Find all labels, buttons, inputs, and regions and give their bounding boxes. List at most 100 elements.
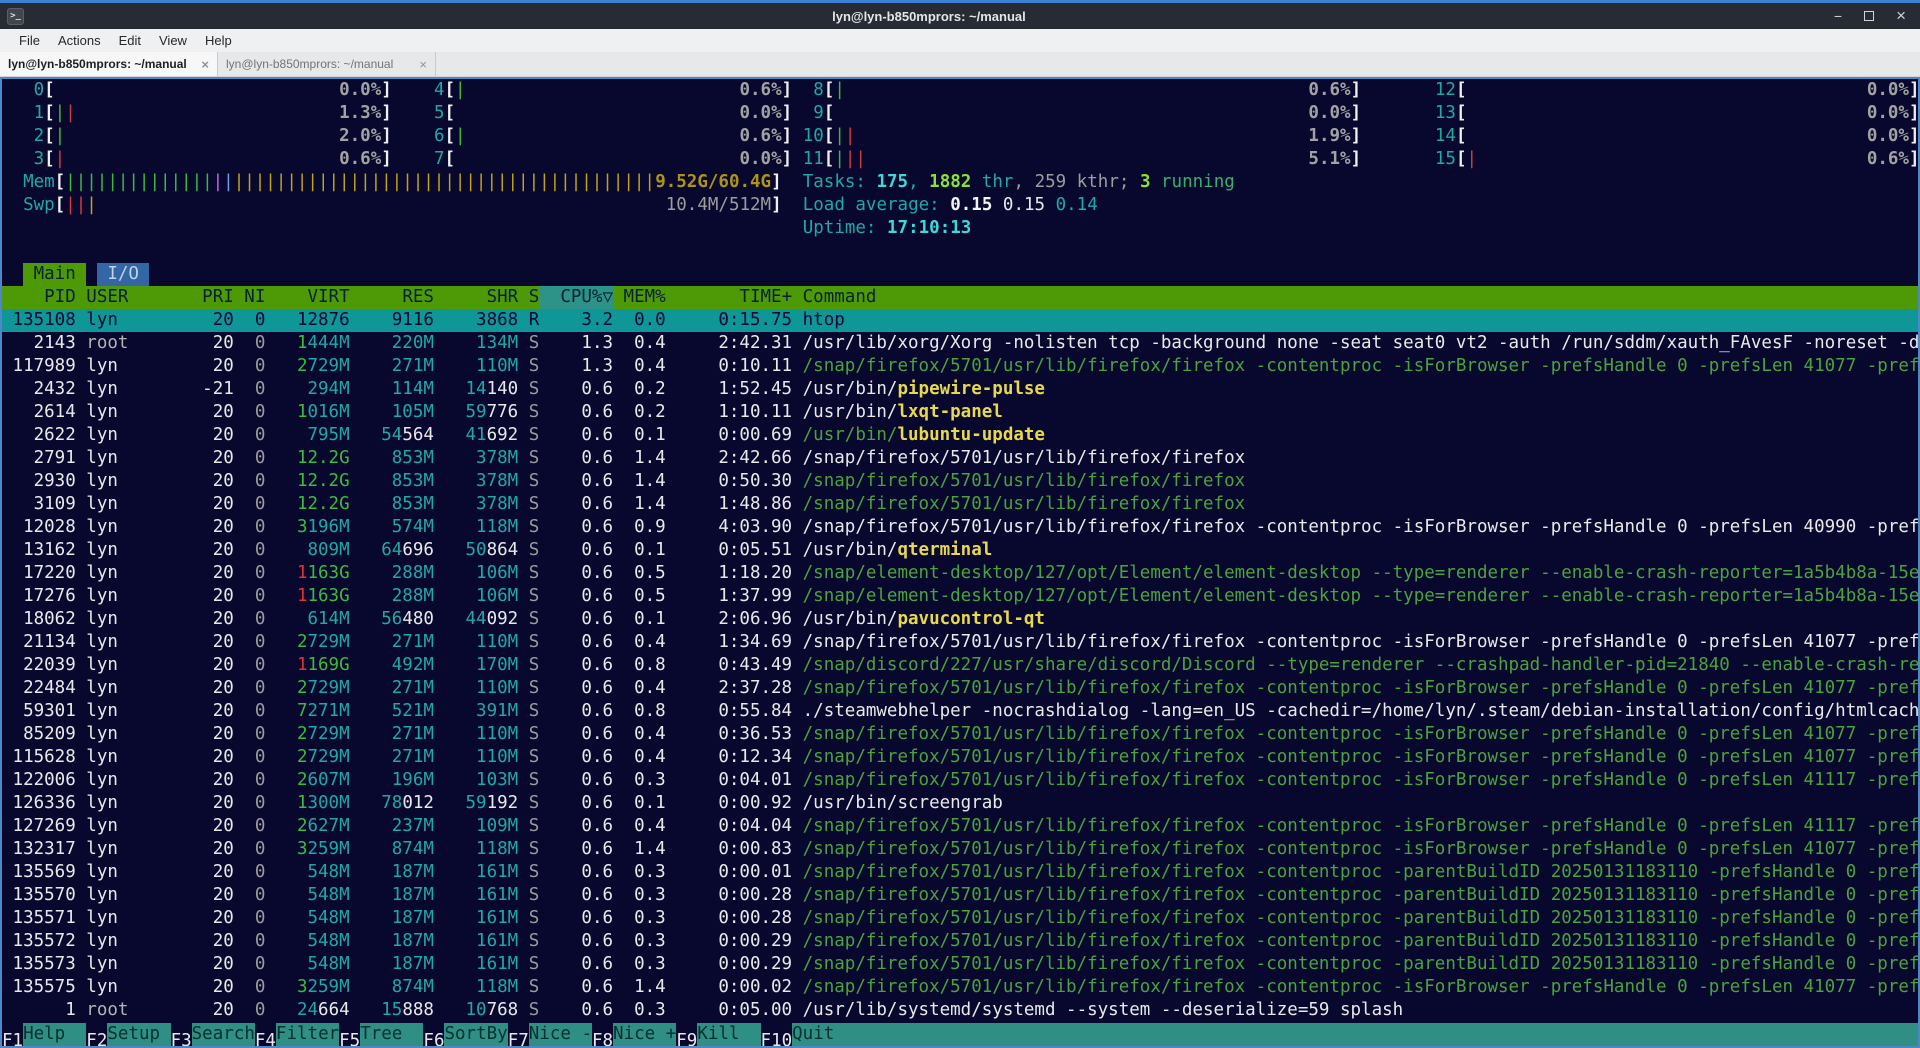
column-header-user[interactable]: USER: [86, 286, 191, 309]
fkey-button-f2[interactable]: F2Setup: [86, 1023, 170, 1046]
process-row[interactable]: 2432 lyn-210294M114M14140S0.60.21:52.45/…: [2, 378, 1918, 401]
window-title: lyn@lyn-b850mprors: ~/manual: [24, 9, 1834, 24]
process-row[interactable]: 135570 lyn200548M187M161MS0.60.30:00.28/…: [2, 884, 1918, 907]
column-header-s[interactable]: S: [518, 286, 539, 309]
fkey-key: F2: [86, 1031, 107, 1048]
process-row[interactable]: 85209 lyn2002729M271M110MS0.60.40:36.53/…: [2, 723, 1918, 746]
terminal-viewport[interactable]: 0[0.0%]4[|0.6%]8[|0.6%]12[0.0%]1[||1.3%]…: [0, 77, 1920, 1048]
process-row[interactable]: 2622 lyn200795M5456441692S0.60.10:00.69/…: [2, 424, 1918, 447]
meter-tick: |: [613, 171, 624, 194]
meter-tick: |: [623, 171, 634, 194]
fkey-key: F4: [255, 1031, 276, 1048]
process-row[interactable]: 17220 lyn2001163G288M106MS0.60.51:18.20/…: [2, 562, 1918, 585]
process-row[interactable]: 2614 lyn2001016M105M59776S0.60.21:10.11/…: [2, 401, 1918, 424]
fkey-label: Kill: [697, 1023, 760, 1046]
process-row[interactable]: 1 root200246641588810768S0.60.30:05.00/u…: [2, 999, 1918, 1022]
fkey-label: Nice +: [613, 1023, 676, 1046]
fkey-button-f10[interactable]: F10Quit: [761, 1023, 856, 1046]
qterminal-window: >_ lyn@lyn-b850mprors: ~/manual − × File…: [0, 0, 1920, 1048]
column-header-command[interactable]: Command: [792, 286, 1918, 309]
process-row[interactable]: 135108 lyn2001287691163868R3.20.00:15.75…: [2, 309, 1918, 332]
meter-tick: |: [171, 171, 182, 194]
swap-meter-line: Swp[|||10.4M/512M] Load average: 0.15 0.…: [2, 194, 1918, 217]
process-row[interactable]: 122006 lyn2002607M196M103MS0.60.30:04.01…: [2, 769, 1918, 792]
column-header-virt[interactable]: VIRT: [265, 286, 349, 309]
process-row[interactable]: 115628 lyn2002729M271M110MS0.60.40:12.34…: [2, 746, 1918, 769]
fkey-label: Help: [23, 1023, 86, 1046]
cpu-meter-1: 1[||1.3%]: [23, 102, 392, 125]
meter-tick: |: [307, 171, 318, 194]
process-row[interactable]: 18062 lyn200614M5648044092S0.60.12:06.96…: [2, 608, 1918, 631]
cpu-meter-row: 3[|0.6%]7[0.0%]11[|||5.1%]15[|0.6%]: [2, 148, 1918, 171]
process-row[interactable]: 21134 lyn2002729M271M110MS0.60.41:34.69/…: [2, 631, 1918, 654]
meter-tick: |: [65, 102, 76, 125]
cpu-meter-row: 1[||1.3%]5[0.0%]9[0.0%]13[0.0%]: [2, 102, 1918, 125]
fkey-button-f7[interactable]: F7Nice -: [508, 1023, 592, 1046]
htop-tab-main[interactable]: Main: [23, 263, 86, 286]
tab-close-icon[interactable]: ×: [201, 57, 209, 72]
meter-tick: |: [213, 171, 224, 194]
fkey-button-f3[interactable]: F3Search: [171, 1023, 255, 1046]
process-row[interactable]: 135573 lyn200548M187M161MS0.60.30:00.29/…: [2, 953, 1918, 976]
process-row[interactable]: 2791 lyn20012.2G853M378MS0.61.42:42.66/s…: [2, 447, 1918, 470]
column-header-res[interactable]: RES: [350, 286, 434, 309]
menu-item-file[interactable]: File: [10, 29, 49, 52]
meter-tick: |: [465, 171, 476, 194]
process-row[interactable]: 22484 lyn2002729M271M110MS0.60.42:37.28/…: [2, 677, 1918, 700]
tab-close-icon[interactable]: ×: [419, 57, 427, 72]
terminal-tab-1[interactable]: lyn@lyn-b850mprors: ~/manual ×: [0, 52, 218, 76]
meter-tick: |: [434, 171, 445, 194]
menu-item-help[interactable]: Help: [196, 29, 241, 52]
process-row[interactable]: 135575 lyn2003259M874M118MS0.61.40:00.02…: [2, 976, 1918, 999]
tab-label: lyn@lyn-b850mprors: ~/manual: [8, 57, 195, 71]
menu-item-actions[interactable]: Actions: [49, 29, 110, 52]
process-row[interactable]: 22039 lyn2001169G492M170MS0.60.80:43.49/…: [2, 654, 1918, 677]
process-row[interactable]: 135572 lyn200548M187M161MS0.60.30:00.29/…: [2, 930, 1918, 953]
fkey-button-f4[interactable]: F4Filter: [255, 1023, 339, 1046]
close-button[interactable]: ×: [1896, 9, 1906, 23]
fkey-button-f1[interactable]: F1Help: [2, 1023, 86, 1046]
process-row[interactable]: 59301 lyn2007271M521M391MS0.60.80:55.84.…: [2, 700, 1918, 723]
process-row[interactable]: 2930 lyn20012.2G853M378MS0.61.40:50.30/s…: [2, 470, 1918, 493]
cpu-meter-10: 10[||1.9%]: [803, 125, 1361, 148]
process-row[interactable]: 17276 lyn2001163G288M106MS0.60.51:37.99/…: [2, 585, 1918, 608]
fkey-label: SortBy: [444, 1023, 507, 1046]
meter-tick: |: [560, 171, 571, 194]
fkey-button-f5[interactable]: F5Tree: [339, 1023, 423, 1046]
column-header-pid[interactable]: PID: [2, 286, 76, 309]
process-row[interactable]: 12028 lyn2003196M574M118MS0.60.94:03.90/…: [2, 516, 1918, 539]
minimize-button[interactable]: −: [1834, 9, 1842, 23]
process-row[interactable]: 126336 lyn2001300M7801259192S0.60.10:00.…: [2, 792, 1918, 815]
column-header-time[interactable]: TIME+: [666, 286, 792, 309]
column-header-cpu[interactable]: CPU%▽: [539, 286, 613, 309]
load-average: Load average: 0.15 0.15 0.14: [803, 194, 1098, 217]
restore-button[interactable]: [1864, 11, 1874, 21]
process-row[interactable]: 132317 lyn2003259M874M118MS0.61.40:00.83…: [2, 838, 1918, 861]
fkey-button-f9[interactable]: F9Kill: [676, 1023, 760, 1046]
column-header-shr[interactable]: SHR: [434, 286, 518, 309]
process-row[interactable]: 135569 lyn200548M187M161MS0.60.30:00.01/…: [2, 861, 1918, 884]
cpu-meter-2: 2[|2.0%]: [23, 125, 392, 148]
swap-meter: Swp[|||10.4M/512M]: [23, 194, 782, 217]
fkey-button-f8[interactable]: F8Nice +: [592, 1023, 676, 1046]
column-header-pri[interactable]: PRI: [192, 286, 234, 309]
terminal-tab-2[interactable]: lyn@lyn-b850mprors: ~/manual ×: [218, 52, 436, 76]
blank-line: [2, 240, 1918, 263]
column-header-mem[interactable]: MEM%: [613, 286, 666, 309]
process-row[interactable]: 117989 lyn2002729M271M110MS1.30.40:10.11…: [2, 355, 1918, 378]
process-row[interactable]: 135571 lyn200548M187M161MS0.60.30:00.28/…: [2, 907, 1918, 930]
meter-tick: |: [328, 171, 339, 194]
htop-tab-io[interactable]: I/O: [97, 263, 150, 286]
menu-item-view[interactable]: View: [150, 29, 196, 52]
cpu-meter-4: 4[|0.6%]: [423, 79, 792, 102]
fkey-button-f6[interactable]: F6SortBy: [423, 1023, 507, 1046]
menu-item-edit[interactable]: Edit: [110, 29, 150, 52]
process-row[interactable]: 2143 root2001444M220M134MS1.30.42:42.31/…: [2, 332, 1918, 355]
process-row[interactable]: 13162 lyn200809M6469650864S0.60.10:05.51…: [2, 539, 1918, 562]
column-header-ni[interactable]: NI: [234, 286, 266, 309]
cpu-meter-row: 0[0.0%]4[|0.6%]8[|0.6%]12[0.0%]: [2, 79, 1918, 102]
process-row[interactable]: 3109 lyn20012.2G853M378MS0.61.41:48.86/s…: [2, 493, 1918, 516]
meter-tick: |: [86, 171, 97, 194]
process-row[interactable]: 127269 lyn2002627M237M109MS0.60.40:04.04…: [2, 815, 1918, 838]
fkey-label: Search: [192, 1023, 255, 1046]
